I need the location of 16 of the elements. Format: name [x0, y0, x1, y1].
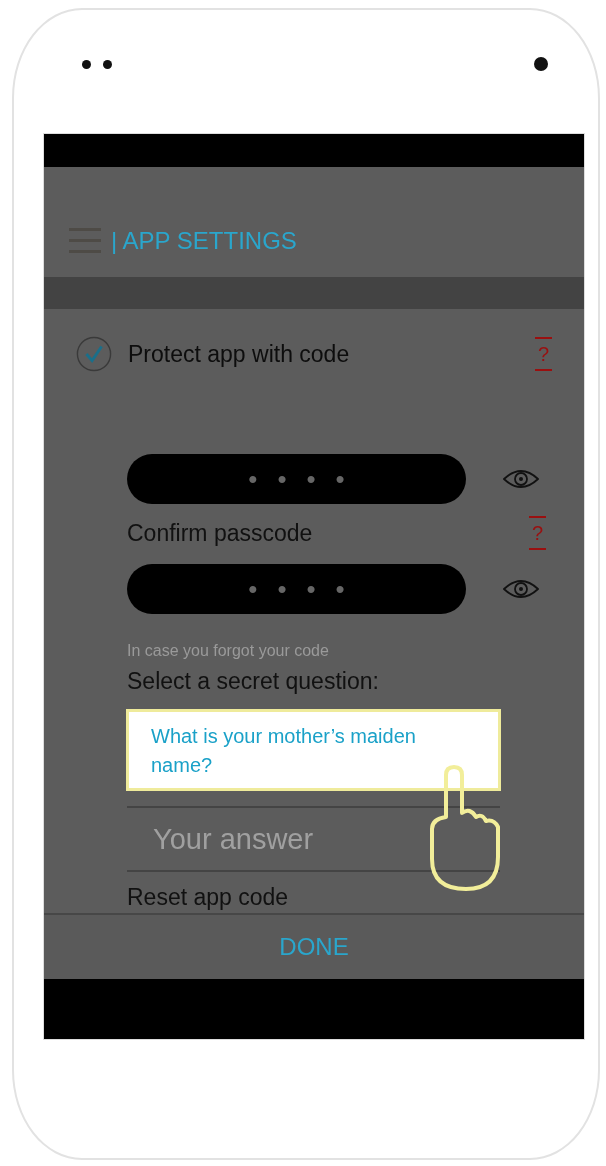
protect-label: Protect app with code	[128, 340, 351, 368]
camera-icon	[534, 57, 548, 71]
confirm-label: Confirm passcode	[127, 519, 313, 547]
sensor-dot-icon	[103, 59, 112, 69]
question-dropdown[interactable]: What is your mother’s maiden name?	[126, 709, 501, 791]
screen-title: | APP SETTINGS	[111, 227, 297, 255]
sensor-dot-icon	[82, 59, 91, 69]
confirm-passcode-field[interactable]: ••••	[127, 564, 466, 614]
hint-text: In case you forgot your code	[127, 642, 329, 660]
passcode-field[interactable]: ••••	[127, 454, 466, 504]
answer-field[interactable]: Your answer	[127, 806, 500, 872]
checkbox[interactable]	[76, 336, 112, 372]
reset-label: Reset app code	[127, 884, 289, 911]
eye-icon[interactable]	[503, 467, 539, 491]
question-prompt: Select a secret question:	[127, 668, 379, 695]
eye-icon[interactable]	[503, 577, 539, 601]
